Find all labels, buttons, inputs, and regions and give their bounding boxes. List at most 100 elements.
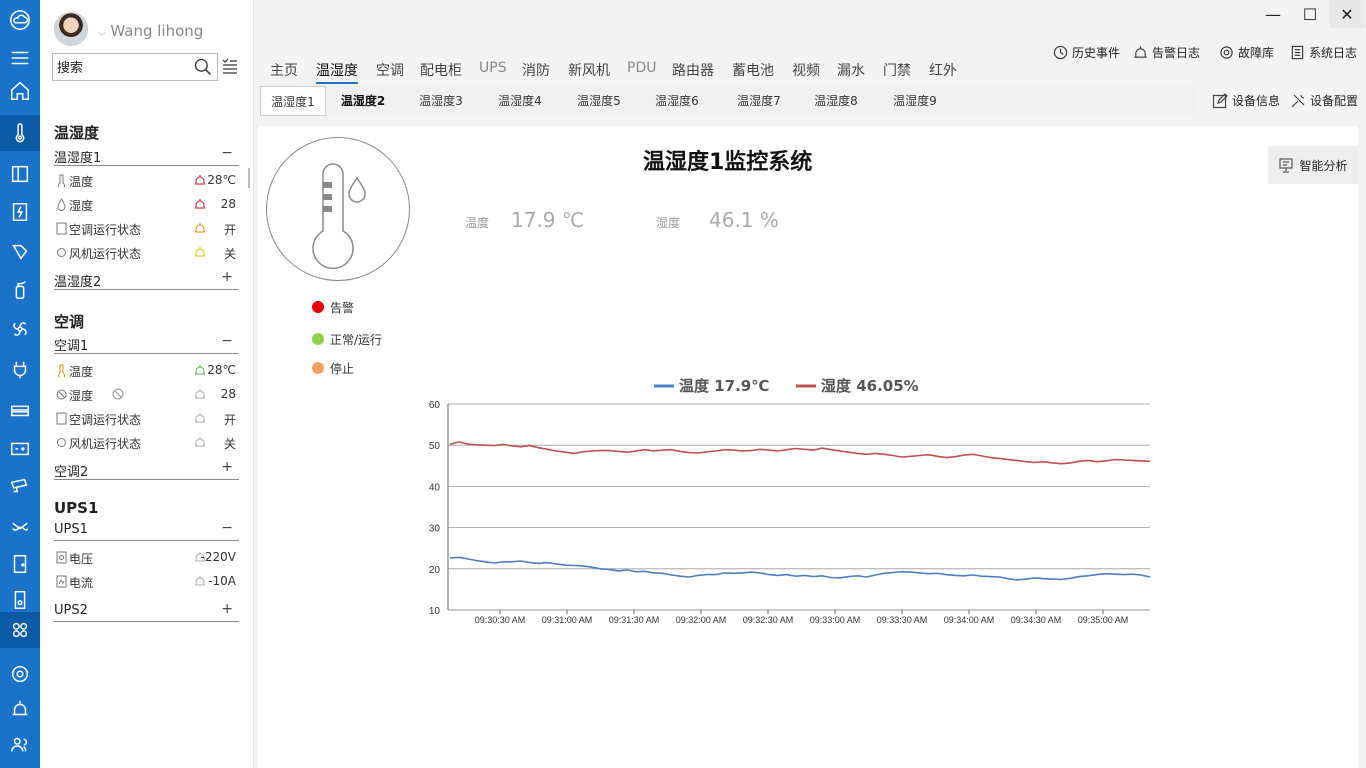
tree-group[interactable]: 空调1 − xyxy=(54,332,239,354)
device-config-button[interactable]: 设备配置 xyxy=(1290,92,1358,109)
user-menu[interactable]: ⌵ Wang lihong xyxy=(98,22,203,40)
tab-pdu[interactable]: PDU xyxy=(627,60,656,76)
search-input[interactable] xyxy=(57,58,187,76)
tab-video[interactable]: 视频 xyxy=(792,60,820,80)
scrollbar-thumb[interactable] xyxy=(248,168,250,188)
power-icon[interactable] xyxy=(0,194,40,230)
y-tick-label: 20 xyxy=(429,565,441,576)
x-tick-label: 09:33:30 AM xyxy=(877,615,928,625)
fire-icon[interactable] xyxy=(0,234,40,270)
tree-group[interactable]: UPS2 + xyxy=(54,600,239,622)
tab-battery[interactable]: 蓄电池 xyxy=(732,60,774,80)
list-filter-icon[interactable] xyxy=(222,58,238,74)
disabled-icon xyxy=(56,389,67,400)
x-tick-label: 09:35:00 AM xyxy=(1078,615,1129,625)
airflow-icon[interactable] xyxy=(0,612,40,648)
tab-temp-humidity[interactable]: 温湿度 xyxy=(316,60,358,84)
subtab-8[interactable]: 温湿度8 xyxy=(803,86,869,116)
search-icon[interactable] xyxy=(193,57,213,77)
history-events-button[interactable]: 历史事件 xyxy=(1053,42,1120,62)
tree-row[interactable]: 温度 28℃ xyxy=(56,360,238,382)
expand-toggle[interactable]: + xyxy=(221,459,233,475)
tab-infrared[interactable]: 红外 xyxy=(929,60,957,80)
left-icon-rail xyxy=(0,0,40,768)
collapse-toggle[interactable]: − xyxy=(221,333,233,349)
alarm-log-button[interactable]: 告警日志 xyxy=(1133,42,1200,62)
tree-row[interactable]: 湿度 28 xyxy=(56,384,238,406)
router-icon[interactable] xyxy=(0,392,40,428)
thermometer-droplet-icon xyxy=(312,163,366,269)
tree-group[interactable]: 温湿度2 + xyxy=(54,268,239,290)
alarm-bell-icon xyxy=(195,247,205,257)
tree-group[interactable]: 温湿度1 − xyxy=(54,144,239,166)
subtab-7[interactable]: 温湿度7 xyxy=(726,86,792,116)
water-leak-icon[interactable] xyxy=(0,507,40,543)
fault-library-button[interactable]: 故障库 xyxy=(1219,42,1274,62)
minimize-button[interactable]: — xyxy=(1255,0,1291,28)
y-tick-label: 30 xyxy=(429,524,441,535)
users-icon[interactable] xyxy=(0,726,40,762)
subtab-1[interactable]: 温湿度1 xyxy=(260,86,326,116)
settings-icon[interactable] xyxy=(0,656,40,692)
tree-row[interactable]: 电流 -10A xyxy=(56,571,238,593)
subtab-4[interactable]: 温湿度4 xyxy=(487,86,553,116)
thermometer-icon[interactable] xyxy=(0,115,40,151)
tree-row[interactable]: 空调运行状态 开 xyxy=(56,218,238,240)
tab-fire[interactable]: 消防 xyxy=(522,60,550,80)
expand-toggle[interactable]: + xyxy=(221,269,233,285)
subtab-5[interactable]: 温湿度5 xyxy=(566,86,632,116)
menu-icon[interactable] xyxy=(0,40,40,76)
tab-home[interactable]: 主页 xyxy=(270,60,298,80)
app-window: ⌵ Wang lihong 温湿度 温湿度1 − 温度 28℃ 湿度 28 xyxy=(0,0,1366,768)
avatar[interactable] xyxy=(54,12,88,46)
tree-row[interactable]: 风机运行状态 关 xyxy=(56,432,238,454)
tab-router[interactable]: 路由器 xyxy=(672,60,714,80)
tree-row[interactable]: 湿度 28 xyxy=(56,194,238,216)
plug-icon[interactable] xyxy=(0,352,40,388)
tree-group[interactable]: UPS1 − xyxy=(54,519,239,541)
smart-analysis-button[interactable]: 智能分析 xyxy=(1268,146,1358,184)
subtab-3[interactable]: 温湿度3 xyxy=(408,86,474,116)
thermometer-icon xyxy=(58,174,65,187)
system-log-button[interactable]: 系统日志 xyxy=(1290,42,1357,62)
tab-ups[interactable]: UPS xyxy=(479,60,507,76)
alarm-bell-icon xyxy=(195,365,205,375)
subtab-2[interactable]: 温湿度2 xyxy=(330,86,396,116)
tab-distribution-cabinet[interactable]: 配电柜 xyxy=(420,60,462,80)
row-value: 28℃ xyxy=(207,363,236,377)
collapse-toggle[interactable]: − xyxy=(221,520,233,536)
subtab-9[interactable]: 温湿度9 xyxy=(882,86,948,116)
extinguisher-icon[interactable] xyxy=(0,272,40,308)
tab-access-control[interactable]: 门禁 xyxy=(883,60,911,80)
ac-unit-icon xyxy=(56,412,67,425)
door-icon[interactable] xyxy=(0,546,40,582)
camera-icon[interactable] xyxy=(0,468,40,504)
alarm-bell-icon xyxy=(195,389,205,399)
tree-group[interactable]: 空调2 + xyxy=(54,458,239,480)
row-value: -10A xyxy=(208,574,236,588)
row-label: 温度 xyxy=(69,175,94,189)
ac-unit-icon xyxy=(56,222,67,235)
x-tick-label: 09:32:30 AM xyxy=(743,615,794,625)
expand-toggle[interactable]: + xyxy=(221,601,233,617)
tab-air-conditioner[interactable]: 空调 xyxy=(376,60,404,80)
close-button[interactable]: ✕ xyxy=(1329,0,1365,28)
cloud-icon[interactable] xyxy=(0,2,40,38)
collapse-toggle[interactable]: − xyxy=(221,145,233,161)
tree-row[interactable]: 电压 -220V xyxy=(56,547,238,569)
tab-water-leak[interactable]: 漏水 xyxy=(837,60,865,80)
maximize-button[interactable]: ☐ xyxy=(1292,0,1328,28)
subtab-6[interactable]: 温湿度6 xyxy=(644,86,710,116)
home-icon[interactable] xyxy=(0,73,40,109)
tree-row[interactable]: 空调运行状态 开 xyxy=(56,408,238,430)
tab-fresh-air[interactable]: 新风机 xyxy=(568,60,610,80)
tree-row[interactable]: 风机运行状态 关 xyxy=(56,242,238,264)
tree-row[interactable]: 温度 28℃ xyxy=(56,170,238,192)
droplet-icon xyxy=(57,198,66,211)
device-info-button[interactable]: 设备信息 xyxy=(1212,92,1280,109)
alarm-icon[interactable] xyxy=(0,691,40,727)
history-label: 历史事件 xyxy=(1072,45,1121,60)
battery-icon[interactable] xyxy=(0,430,40,466)
cabinet-icon[interactable] xyxy=(0,156,40,192)
fan-icon[interactable] xyxy=(0,311,40,347)
